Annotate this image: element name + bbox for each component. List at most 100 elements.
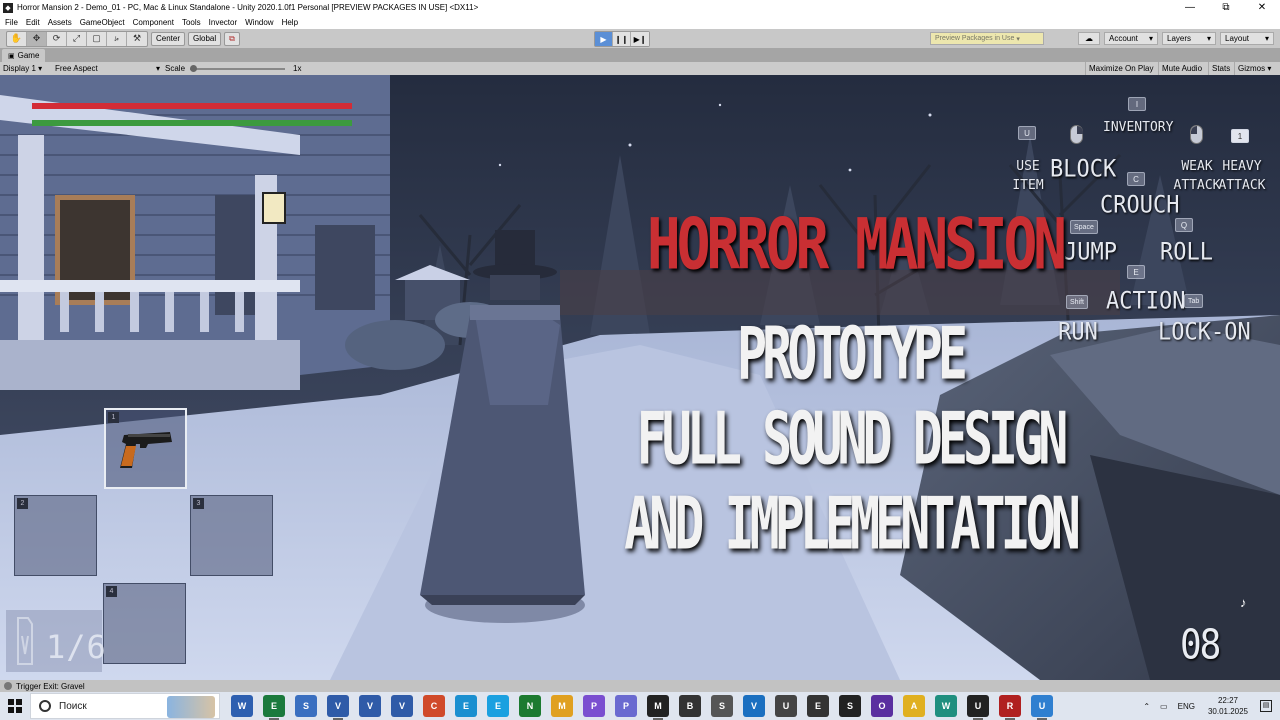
task-app-vs-3-icon[interactable]: V — [391, 695, 413, 717]
tab-game[interactable]: ▣ Game — [2, 49, 46, 62]
gizmos-dropdown[interactable]: Gizmos ▾ — [1234, 62, 1274, 75]
pivot-global-button[interactable]: Global — [188, 31, 222, 46]
snap-button[interactable]: ⧉ — [224, 31, 240, 46]
weak-attack-line2: ATTACK — [1173, 178, 1221, 193]
task-app-vs-icon[interactable]: V — [327, 695, 349, 720]
menu-help[interactable]: Help — [282, 18, 298, 27]
inventory-slot-3[interactable]: 3 — [190, 495, 273, 576]
use-item-line2: ITEM — [1012, 178, 1044, 193]
layout-dropdown[interactable]: Layout ▾ — [1220, 32, 1274, 45]
status-message[interactable]: Trigger Exit: Gravel — [16, 682, 85, 691]
system-tray: ⌃ ▭ ENG 22:27 30.01.2025 ▤ — [1138, 692, 1280, 720]
custom-tool-icon[interactable]: ⚒ — [127, 32, 147, 46]
clock-date: 30.01.2025 — [1207, 707, 1248, 716]
task-app-vscode-icon[interactable]: V — [743, 695, 765, 717]
task-app-notepad-icon[interactable]: N — [519, 695, 541, 717]
maximize-button[interactable]: ⧉ — [1208, 0, 1244, 15]
close-button[interactable]: ✕ — [1244, 0, 1280, 15]
transform-tools: ✋ ✥ ⟳ ⤢ ▢ ⭟ ⚒ — [6, 30, 148, 47]
scale-tool-icon[interactable]: ⤢ — [67, 31, 87, 46]
task-app-player-icon[interactable]: P — [583, 695, 605, 717]
task-app-chrome-icon[interactable]: C — [423, 695, 445, 717]
mute-audio-toggle[interactable]: Mute Audio — [1158, 62, 1205, 75]
menu-component[interactable]: Component — [133, 18, 174, 27]
task-app-soundly-icon[interactable]: S — [839, 695, 861, 717]
language-indicator[interactable]: ENG — [1178, 702, 1195, 711]
task-app-media-icon[interactable]: M — [647, 695, 669, 720]
scale-slider[interactable] — [190, 68, 285, 70]
clock[interactable]: 22:27 30.01.2025 — [1208, 695, 1248, 717]
slot-number: 3 — [193, 498, 204, 509]
hand-tool-icon[interactable]: ✋ — [7, 31, 27, 46]
task-app-recorder-icon[interactable]: R — [999, 695, 1021, 720]
account-dropdown[interactable]: Account ▾ — [1104, 32, 1158, 45]
rotate-tool-icon[interactable]: ⟳ — [47, 31, 67, 46]
pause-button[interactable]: ❙❙ — [613, 32, 631, 46]
task-app-miro-icon[interactable]: M — [551, 695, 573, 717]
ammo-count: 1/6 — [46, 628, 107, 666]
preview-packages-dropdown[interactable]: Preview Packages in Use ▾ — [930, 32, 1044, 45]
minimize-button[interactable]: — — [1172, 0, 1208, 15]
pivot-center-button[interactable]: Center — [151, 31, 186, 46]
notifications-icon[interactable]: ▤ — [1260, 700, 1272, 712]
task-app-edge-icon[interactable]: E — [455, 695, 477, 717]
task-app-photos-icon[interactable]: P — [615, 695, 637, 717]
task-app-unity-hub-icon[interactable]: U — [775, 695, 797, 717]
task-app-vs-2-icon[interactable]: V — [359, 695, 381, 717]
tray-chevron-icon[interactable]: ⌃ — [1143, 702, 1150, 711]
task-app-edge-2-icon[interactable]: E — [487, 695, 509, 717]
step-button[interactable]: ▶❙ — [631, 32, 649, 46]
stats-toggle[interactable]: Stats — [1208, 62, 1233, 75]
display-label: Display 1 — [3, 64, 36, 73]
window-title-bar: ◆ Horror Mansion 2 - Demo_01 - PC, Mac &… — [0, 0, 1280, 15]
play-button[interactable]: ▶ — [595, 32, 613, 46]
aspect-dropdown[interactable]: Free Aspect ▾ — [55, 63, 160, 74]
task-app-waves-icon[interactable]: W — [935, 695, 957, 717]
unity-logo-icon: ◆ — [3, 2, 13, 13]
task-app-epic-icon[interactable]: E — [807, 695, 829, 717]
cloud-icon[interactable]: ☁ — [1078, 32, 1100, 45]
windows-taskbar: Поиск WESVVVCEENMPPMBSVUESOAWURU ⌃ ▭ ENG… — [0, 692, 1280, 720]
menu-edit[interactable]: Edit — [26, 18, 40, 27]
start-button[interactable] — [0, 692, 30, 720]
taskbar-search[interactable]: Поиск — [30, 693, 220, 719]
inventory-slot-1[interactable]: 1 — [104, 408, 187, 489]
aspect-label: Free Aspect — [55, 64, 98, 73]
rect-tool-icon[interactable]: ▢ — [87, 31, 107, 46]
menu-bar: File Edit Assets GameObject Component To… — [0, 15, 1280, 29]
heavy-attack-line1: HEAVY — [1222, 159, 1262, 174]
menu-window[interactable]: Window — [245, 18, 273, 27]
task-app-audio-icon[interactable]: A — [903, 695, 925, 717]
window-title: Horror Mansion 2 - Demo_01 - PC, Mac & L… — [17, 3, 479, 12]
task-app-browser-icon[interactable]: B — [679, 695, 701, 717]
inventory-slot-4[interactable]: 4 — [103, 583, 186, 664]
game-view-bar: Display 1 ▾ Free Aspect ▾ Scale 1x Maximi… — [0, 62, 1280, 75]
search-highlight-image — [167, 696, 215, 718]
task-app-editor-icon[interactable]: E — [263, 695, 285, 720]
menu-assets[interactable]: Assets — [48, 18, 72, 27]
move-tool-icon[interactable]: ✥ — [27, 31, 47, 46]
layers-dropdown[interactable]: Layers ▾ — [1162, 32, 1216, 45]
search-icon — [39, 700, 51, 712]
task-app-steam-icon[interactable]: S — [711, 695, 733, 717]
menu-gameobject[interactable]: GameObject — [80, 18, 125, 27]
menu-tools[interactable]: Tools — [182, 18, 201, 27]
game-view[interactable]: 1 2 3 4 1/6 U USE ITEM BLOCK I INVENTORY… — [0, 75, 1280, 680]
windows-logo-icon — [8, 699, 22, 713]
task-app-obs-icon[interactable]: O — [871, 695, 893, 717]
task-app-explorer-icon[interactable]: W — [231, 695, 253, 717]
transform-tool-icon[interactable]: ⭟ — [107, 31, 127, 46]
maximize-on-play-toggle[interactable]: Maximize On Play — [1085, 62, 1156, 75]
network-icon[interactable]: ▭ — [1160, 702, 1168, 711]
scale-slider-handle[interactable] — [190, 65, 197, 72]
menu-file[interactable]: File — [5, 18, 18, 27]
key-tab: Tab — [1184, 294, 1204, 308]
task-app-save-icon[interactable]: S — [295, 695, 317, 717]
task-app-unity-2-icon[interactable]: U — [1031, 695, 1053, 720]
task-app-unity-icon[interactable]: U — [967, 695, 989, 720]
inventory-slot-2[interactable]: 2 — [14, 495, 97, 576]
heavy-attack-label: HEAVY ATTACK — [1218, 157, 1266, 195]
scale-value: 1x — [293, 64, 302, 73]
menu-invector[interactable]: Invector — [209, 18, 237, 27]
display-dropdown[interactable]: Display 1 ▾ — [3, 63, 51, 74]
